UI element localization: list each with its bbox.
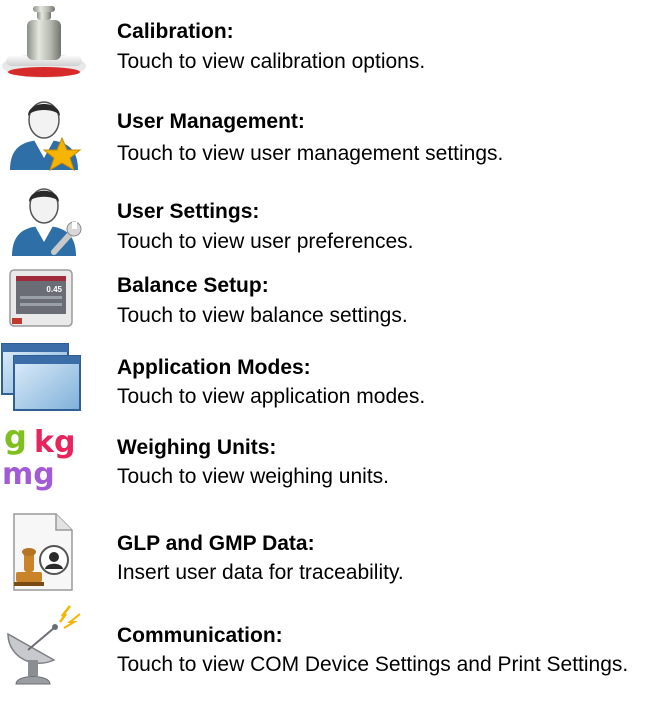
item-title: Calibration: xyxy=(117,20,234,43)
item-title: Application Modes: xyxy=(117,356,311,379)
item-description: Insert user data for traceability. xyxy=(117,561,404,584)
unit-g-label: g xyxy=(4,418,27,456)
application-modes-icon xyxy=(0,340,88,420)
balance-setup-icon: 0.45 xyxy=(0,266,88,346)
item-description: Touch to view user management settings. xyxy=(117,142,504,165)
menu-item-user-management[interactable]: User Management: Touch to view user mana… xyxy=(0,88,654,178)
menu-item-calibration[interactable]: Calibration: Touch to view calibration o… xyxy=(0,0,654,90)
item-title: Weighing Units: xyxy=(117,436,277,459)
menu-item-communication[interactable]: Communication: Touch to view COM Device … xyxy=(0,600,654,710)
calibration-weight-icon xyxy=(0,2,88,82)
glp-gmp-data-icon xyxy=(0,512,88,592)
satellite-dish-icon xyxy=(0,604,88,685)
unit-mg-label: mg xyxy=(2,457,55,492)
menu-item-glp-gmp-data[interactable]: GLP and GMP Data: Insert user data for t… xyxy=(0,508,654,594)
menu-item-weighing-units[interactable]: g kg mg Weighing Units: Touch to view we… xyxy=(0,418,654,500)
item-description: Touch to view user preferences. xyxy=(117,230,414,253)
item-title: Balance Setup: xyxy=(117,274,269,297)
item-title: User Settings: xyxy=(117,200,260,223)
balance-display-value: 0.45 xyxy=(46,285,62,294)
menu-item-application-modes[interactable]: Application Modes: Touch to view applica… xyxy=(0,340,654,418)
item-title: GLP and GMP Data: xyxy=(117,532,315,555)
unit-kg-label: kg xyxy=(34,425,75,460)
item-description: Touch to view COM Device Settings and Pr… xyxy=(117,653,629,676)
item-description: Touch to view application modes. xyxy=(117,385,426,408)
item-title: User Management: xyxy=(117,110,305,133)
item-description: Touch to view weighing units. xyxy=(117,465,389,488)
user-management-icon xyxy=(0,92,88,172)
item-description: Touch to view balance settings. xyxy=(117,304,408,327)
user-settings-icon xyxy=(0,182,88,262)
item-description: Touch to view calibration options. xyxy=(117,50,426,73)
menu-item-balance-setup[interactable]: 0.45 Balance Setup: Touch to view balanc… xyxy=(0,262,654,338)
menu-item-user-settings[interactable]: User Settings: Touch to view user prefer… xyxy=(0,180,654,260)
item-title: Communication: xyxy=(117,624,283,647)
weighing-units-icon: g kg mg xyxy=(0,418,88,498)
